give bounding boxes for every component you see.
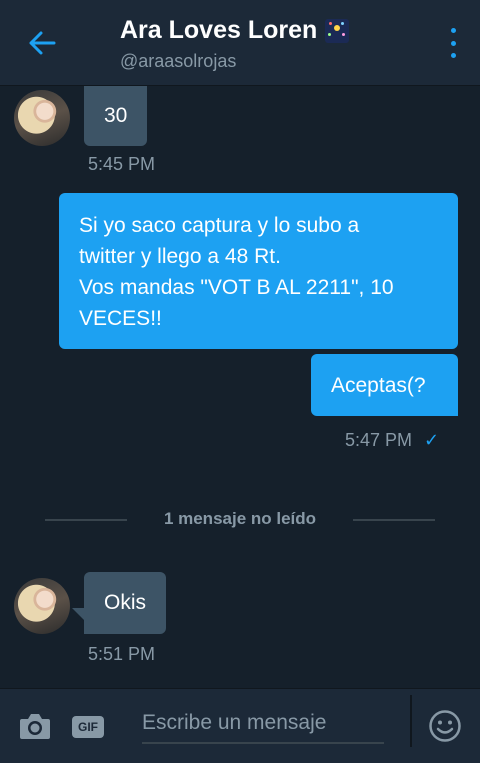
emoji-button[interactable] [428,709,462,743]
sent-check-icon: ✓ [424,430,440,450]
camera-button[interactable] [18,711,52,741]
message-timestamp: 5:51 PM [88,644,156,664]
outgoing-message-bubble[interactable]: Si yo saco captura y lo subo a twitter y… [59,193,458,349]
incoming-message-bubble[interactable]: 30 [84,86,148,146]
more-vertical-dot [450,40,456,46]
incoming-message-bubble[interactable]: Okis [84,572,166,634]
outgoing-message-bubble[interactable]: Aceptas(? [311,354,458,416]
message-line: Vos mandas "VOT B AL 2211", 10 [79,276,394,299]
conversation-header: Ara Loves Loren @araasolrojas [0,0,480,86]
back-arrow-icon [29,31,56,55]
more-options-button[interactable] [446,28,460,58]
more-vertical-dot [450,53,456,58]
contact-avatar[interactable] [14,90,70,146]
back-button[interactable] [22,26,62,60]
message-timestamp: 5:47 PM ✓ [345,430,439,451]
bubble-tail [446,404,458,416]
contact-handle: @araasolrojas [120,51,237,71]
message-text: Aceptas(? [331,373,426,397]
message-line: Si yo saco captura y lo subo a [79,214,360,237]
conversation-title: Ara Loves Loren [120,16,350,45]
timestamp-text: 5:47 PM [345,430,413,450]
more-vertical-icon [450,28,456,33]
message-text: 30 [104,104,128,127]
gif-button[interactable]: GIF [72,716,104,738]
unread-divider-line-right [353,519,435,521]
conversation-title-block[interactable]: Ara Loves Loren @araasolrojas [120,16,350,72]
message-line: twitter y llego a 48 Rt. [79,245,281,268]
contact-name: Ara Loves Loren [120,16,318,44]
bubble-tail [72,608,84,620]
contact-avatar[interactable] [14,578,70,634]
camera-icon [20,714,50,739]
smiley-icon [429,710,461,742]
message-timestamp: 5:45 PM [88,154,156,174]
message-input[interactable] [142,704,384,744]
message-text: Okis [104,591,146,614]
message-line: VECES!! [79,307,162,330]
composer-divider [410,695,412,747]
message-composer: GIF [0,688,480,763]
fireworks-emoji [325,18,350,43]
